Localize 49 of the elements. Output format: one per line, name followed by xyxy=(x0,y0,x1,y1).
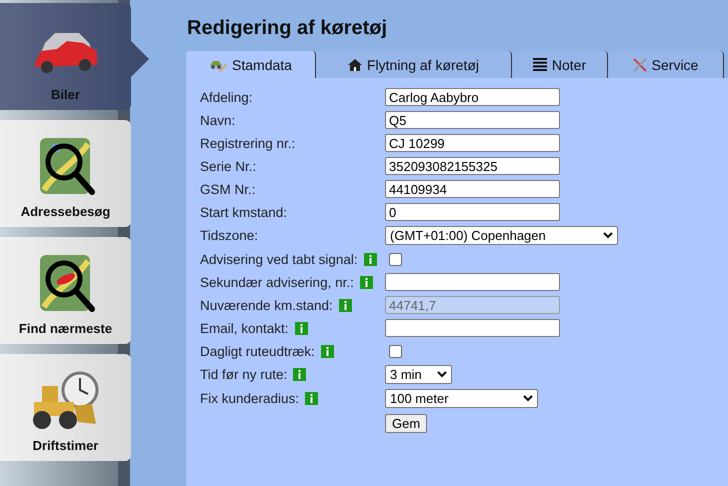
field-label: Advisering ved tabt signal: xyxy=(200,252,358,266)
info-icon[interactable] xyxy=(320,344,334,358)
field-label: Dagligt ruteudtræk: xyxy=(200,344,315,358)
input-field[interactable] xyxy=(385,273,560,291)
tab[interactable]: Stamdata xyxy=(186,51,316,78)
info-icon[interactable] xyxy=(360,276,373,288)
save-button[interactable]: Gem xyxy=(385,414,428,433)
info-icon[interactable] xyxy=(293,368,306,381)
chevron-down-icon xyxy=(437,371,447,378)
house-icon xyxy=(348,58,362,72)
field-label: Tidszone: xyxy=(200,228,258,243)
input-field[interactable]: 0 xyxy=(385,203,560,221)
input-field[interactable] xyxy=(385,319,560,337)
tools-icon xyxy=(632,58,647,72)
field-label: GSM Nr.: xyxy=(200,182,256,196)
tab[interactable]: Noter xyxy=(512,51,608,78)
field-label: Nuværende km.stand: xyxy=(200,298,333,312)
input-field[interactable]: 352093082155325 xyxy=(385,157,560,175)
sidebar-item[interactable]: Driftstimer xyxy=(0,354,131,461)
checkbox[interactable] xyxy=(389,252,402,266)
info-icon[interactable] xyxy=(294,322,308,334)
tab[interactable]: Service xyxy=(608,51,724,78)
dropdown[interactable]: 100 meter xyxy=(385,389,538,408)
page-title: Redigering af køretøj xyxy=(187,17,388,40)
field-label: Registrering nr.: xyxy=(200,136,296,150)
info-icon[interactable] xyxy=(305,392,318,405)
sidebar-item[interactable]: Adressebesøg xyxy=(0,120,131,227)
field-label: Start kmstand: xyxy=(200,204,288,220)
input-field[interactable]: CJ 10299 xyxy=(385,134,560,152)
field-label: Tid før ny rute: xyxy=(200,367,288,382)
input-field[interactable]: 44109934 xyxy=(385,180,560,198)
checkbox[interactable] xyxy=(389,344,402,358)
sidebar-item[interactable]: Find nærmeste xyxy=(0,237,131,344)
dropdown[interactable]: 3 min xyxy=(385,365,452,384)
dropdown[interactable]: (GMT+01:00) Copenhagen xyxy=(385,226,618,245)
field-label: Email, kontakt: xyxy=(200,320,289,336)
list-icon xyxy=(532,58,547,71)
field-label: Navn: xyxy=(200,112,236,128)
input-field[interactable]: Carlog Aabybro xyxy=(385,88,560,106)
input-field[interactable]: Q5 xyxy=(385,111,560,129)
tab[interactable]: Flytning af køretøj xyxy=(316,51,512,78)
chevron-down-icon xyxy=(603,232,613,239)
field-label: Afdeling: xyxy=(200,90,253,104)
info-icon[interactable] xyxy=(364,252,377,266)
pointer-arrow xyxy=(131,41,149,77)
chevron-down-icon xyxy=(523,395,533,402)
field-label: Fix kunderadius: xyxy=(200,391,300,406)
field-label: Serie Nr.: xyxy=(200,158,256,174)
field-label: Sekundær advisering, nr.: xyxy=(200,274,354,290)
